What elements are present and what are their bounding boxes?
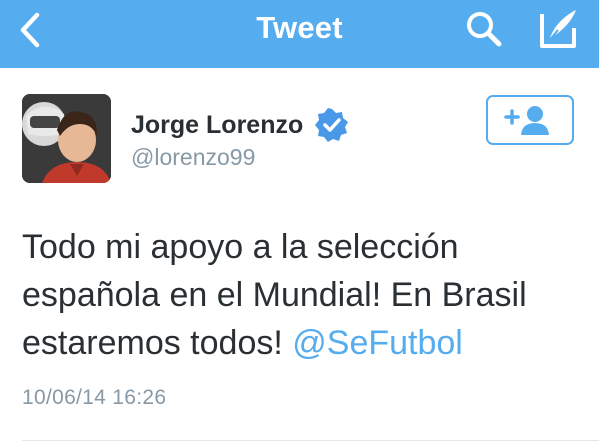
navigation-bar: Tweet — [0, 0, 599, 68]
search-icon — [467, 12, 502, 47]
tweet-text-line: Todo mi apoyo a la selección — [22, 228, 459, 266]
tweet-timestamp: 10/06/14 16:26 — [22, 386, 167, 409]
verified-badge-icon — [315, 108, 348, 142]
add-user-icon — [504, 106, 549, 135]
tweet-text-segment: estaremos todos! — [22, 324, 293, 362]
compose-icon — [540, 10, 576, 48]
profile-photo — [22, 94, 111, 183]
tweet-text-line: estaremos todos! @SeFutbol — [22, 319, 592, 367]
page-title: Tweet — [256, 10, 343, 45]
mention-link[interactable]: @SeFutbol — [292, 324, 463, 362]
author-handle[interactable]: @lorenzo99 — [131, 144, 255, 171]
tweet-text: Todo mi apoyo a la selección española en… — [22, 223, 592, 367]
avatar[interactable] — [22, 94, 111, 183]
compose-button[interactable] — [532, 4, 584, 52]
author-display-name[interactable]: Jorge Lorenzo — [131, 111, 303, 140]
tweet-text-line: española en el Mundial! En Brasil — [22, 276, 527, 314]
divider — [22, 440, 599, 441]
search-button[interactable] — [460, 6, 508, 52]
follow-button[interactable] — [486, 95, 574, 145]
